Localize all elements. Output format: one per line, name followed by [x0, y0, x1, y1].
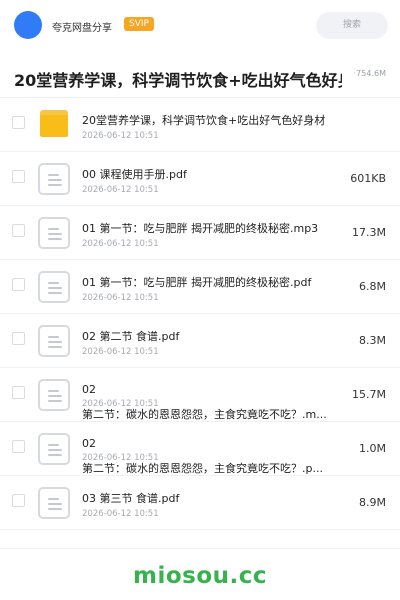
file-date: 2026-06-12 10:51: [82, 239, 159, 249]
file-date: 2026-06-12 10:51: [82, 131, 159, 141]
select-checkbox[interactable]: [12, 332, 25, 345]
file-size: 17.3M: [352, 226, 386, 239]
file-name: 00 课程使用手册.pdf: [82, 168, 187, 181]
list-item[interactable]: 00 课程使用手册.pdf 2026-06-12 10:51 601KB: [0, 152, 400, 206]
list-item[interactable]: 20堂营养学课，科学调节饮食+吃出好气色好身材 2026-06-12 10:51: [0, 98, 400, 152]
file-date: 2026-06-12 10:51: [82, 293, 159, 303]
file-size: 8.9M: [359, 496, 386, 509]
select-checkbox[interactable]: [12, 224, 25, 237]
avatar[interactable]: [14, 11, 42, 39]
file-name: 01 第一节：吃与肥胖 揭开减肥的终极秘密.pdf: [82, 276, 312, 289]
document-icon: [38, 379, 70, 411]
folder-title-row: 20堂营养学课，科学调节饮食+吃出好气色好身材 ·754.6M: [0, 52, 400, 98]
list-item[interactable]: 03 第三节 食谱.pdf 2026-06-12 10:51 8.9M: [0, 476, 400, 530]
file-list: 20堂营养学课，科学调节饮食+吃出好气色好身材 2026-06-12 10:51…: [0, 98, 400, 530]
select-checkbox[interactable]: [12, 170, 25, 183]
select-checkbox[interactable]: [12, 440, 25, 453]
file-name-line2: 第二节：碳水的恩恩怨怨，主食究竟吃不吃？.m...: [82, 408, 327, 421]
file-name: 20堂营养学课，科学调节饮食+吃出好气色好身材: [82, 114, 326, 127]
share-name: 夸克网盘分享: [52, 23, 112, 34]
file-name: 02: [82, 383, 96, 396]
document-icon: [38, 163, 70, 195]
page-title: 20堂营养学课，科学调节饮食+吃出好气色好身材: [14, 71, 342, 90]
document-icon: [38, 325, 70, 357]
document-icon: [38, 487, 70, 519]
folder-icon: [40, 110, 68, 137]
svip-badge: SVIP: [124, 17, 154, 31]
file-name-line2: 第二节：碳水的恩恩怨怨，主食究竟吃不吃？.p...: [82, 462, 323, 475]
list-item[interactable]: 02 2026-06-12 10:51 第二节：碳水的恩恩怨怨，主食究竟吃不吃？…: [0, 422, 400, 476]
divider: [0, 548, 400, 549]
folder-size: ·754.6M: [353, 69, 386, 78]
search-input[interactable]: 搜索: [316, 12, 388, 39]
file-size: 6.8M: [359, 280, 386, 293]
file-size: 8.3M: [359, 334, 386, 347]
file-date: 2026-06-12 10:51: [82, 509, 159, 519]
file-date: 2026-06-12 10:51: [82, 185, 159, 195]
file-name: 02: [82, 437, 96, 450]
select-checkbox[interactable]: [12, 278, 25, 291]
file-size: 1.0M: [359, 442, 386, 455]
list-item[interactable]: 01 第一节：吃与肥胖 揭开减肥的终极秘密.mp3 2026-06-12 10:…: [0, 206, 400, 260]
file-size: 15.7M: [352, 388, 386, 401]
file-name: 03 第三节 食谱.pdf: [82, 492, 180, 505]
list-item[interactable]: 01 第一节：吃与肥胖 揭开减肥的终极秘密.pdf 2026-06-12 10:…: [0, 260, 400, 314]
file-name: 02 第二节 食谱.pdf: [82, 330, 180, 343]
document-icon: [38, 217, 70, 249]
select-checkbox[interactable]: [12, 116, 25, 129]
file-size: 601KB: [350, 172, 386, 185]
file-date: 2026-06-12 10:51: [82, 347, 159, 357]
select-checkbox[interactable]: [12, 386, 25, 399]
share-header: 夸克网盘分享 SVIP 搜索: [0, 0, 400, 52]
select-checkbox[interactable]: [12, 494, 25, 507]
list-item[interactable]: 02 2026-06-12 10:51 第二节：碳水的恩恩怨怨，主食究竟吃不吃？…: [0, 368, 400, 422]
document-icon: [38, 271, 70, 303]
watermark: miosou.cc: [132, 563, 268, 589]
file-name: 01 第一节：吃与肥胖 揭开减肥的终极秘密.mp3: [82, 222, 319, 235]
list-item[interactable]: 02 第二节 食谱.pdf 2026-06-12 10:51 8.3M: [0, 314, 400, 368]
document-icon: [38, 433, 70, 465]
